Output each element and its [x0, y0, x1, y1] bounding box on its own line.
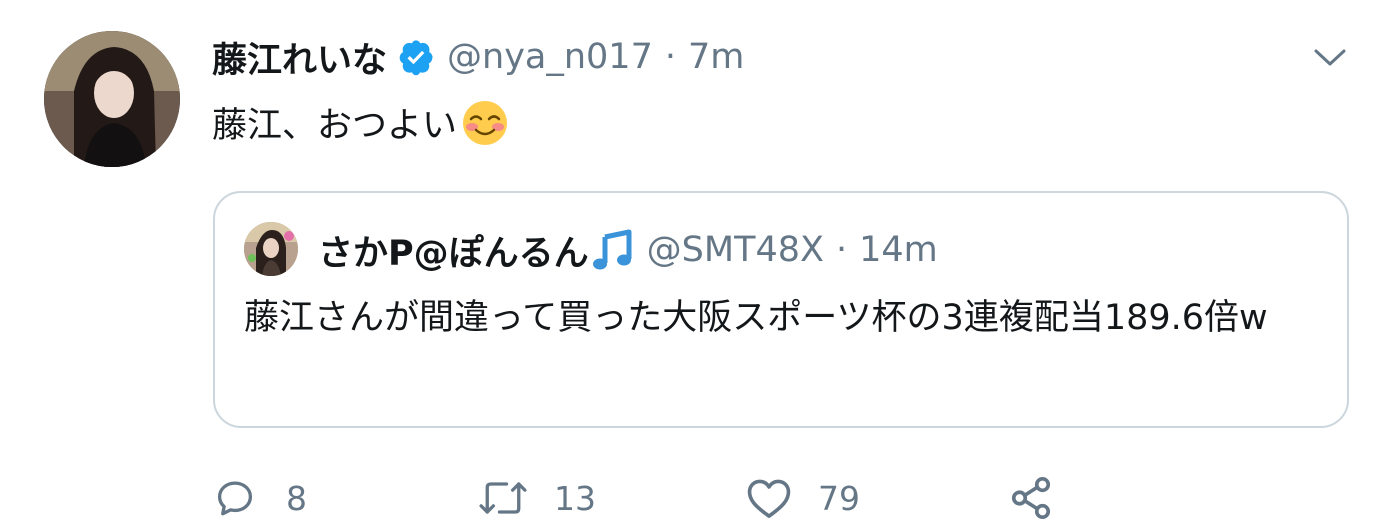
smiling-face-emoji-icon — [461, 99, 509, 147]
tweet-card[interactable]: 藤江れいな @nya_n017 · 7m 藤江、おつよい さかP@ぽんるん @S… — [0, 0, 1384, 525]
share-icon — [1011, 477, 1051, 519]
reply-count: 8 — [286, 478, 307, 518]
quoted-timestamp[interactable]: 14m — [859, 230, 938, 270]
verified-badge-icon — [397, 38, 435, 76]
tweet-timestamp[interactable]: 7m — [688, 37, 744, 77]
tweet-header: 藤江れいな @nya_n017 · 7m — [212, 32, 744, 83]
quoted-author-avatar[interactable] — [244, 222, 298, 276]
tweet-text: 藤江、おつよい — [212, 106, 458, 146]
tweet-body: 藤江、おつよい — [212, 97, 509, 148]
reply-icon — [217, 481, 253, 516]
quoted-tweet[interactable]: さかP@ぽんるん @SMT48X · 14m 藤江さんが間違って買った大阪スポー… — [213, 191, 1349, 428]
like-button[interactable]: 79 — [746, 473, 860, 523]
like-count: 79 — [818, 478, 860, 518]
quoted-author-name[interactable]: さかP@ぽんるん — [318, 225, 589, 276]
quoted-header-separator: · — [835, 230, 848, 270]
retweet-icon — [479, 482, 527, 514]
musical-note-icon — [591, 229, 635, 271]
reply-button[interactable]: 8 — [214, 473, 307, 523]
share-button[interactable] — [1008, 473, 1054, 523]
retweet-button[interactable]: 13 — [476, 473, 596, 523]
header-separator: · — [664, 37, 676, 77]
quoted-author-handle[interactable]: @SMT48X — [647, 230, 824, 270]
quoted-header: さかP@ぽんるん @SMT48X · 14m — [318, 225, 938, 276]
author-name[interactable]: 藤江れいな — [212, 32, 387, 83]
retweet-count: 13 — [554, 478, 596, 518]
heart-icon — [747, 479, 791, 518]
author-avatar[interactable] — [44, 31, 180, 167]
author-handle[interactable]: @nya_n017 — [447, 37, 653, 77]
quoted-text: 藤江さんが間違って買った大阪スポーツ杯の3連複配当189.6倍w — [244, 298, 1268, 338]
chevron-down-icon[interactable] — [1312, 46, 1348, 70]
